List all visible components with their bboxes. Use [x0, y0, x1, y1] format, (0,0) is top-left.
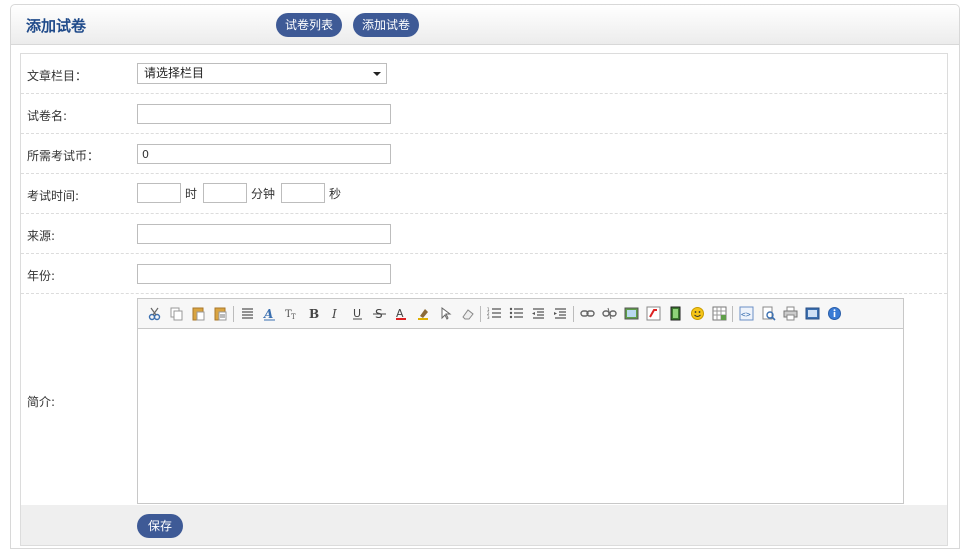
- editor-toolbar: A T T B I U S A 1 2 3 <>: [138, 299, 903, 329]
- source-input[interactable]: [137, 224, 391, 244]
- flash-icon[interactable]: [645, 305, 662, 322]
- svg-text:A: A: [263, 307, 273, 321]
- name-label: 试卷名:: [27, 109, 68, 123]
- underline-icon[interactable]: U: [349, 305, 366, 322]
- source-row: 来源:: [21, 214, 947, 254]
- copy-icon[interactable]: [168, 305, 185, 322]
- toolbar-separator: [573, 305, 574, 322]
- ordered-list-icon[interactable]: 123: [486, 305, 503, 322]
- hours-input[interactable]: [137, 183, 181, 203]
- font-name-icon[interactable]: A: [261, 305, 278, 322]
- svg-text:<>: <>: [741, 310, 751, 319]
- coins-row: 所需考试币：: [21, 134, 947, 174]
- svg-text:T: T: [291, 313, 296, 321]
- italic-icon[interactable]: I: [327, 305, 344, 322]
- exam-time-label: 考试时间:: [27, 189, 80, 203]
- form-footer: 保存: [21, 505, 947, 545]
- seconds-unit: 秒: [329, 186, 342, 201]
- year-row: 年份:: [21, 254, 947, 294]
- bold-icon[interactable]: B: [305, 305, 322, 322]
- fullscreen-icon[interactable]: [804, 305, 821, 322]
- page-title: 添加试卷: [26, 17, 87, 35]
- minutes-unit: 分钟: [251, 186, 276, 201]
- select-all-icon[interactable]: [437, 305, 454, 322]
- indent-icon[interactable]: [552, 305, 569, 322]
- text-color-icon[interactable]: A: [393, 305, 410, 322]
- name-row: 试卷名:: [21, 94, 947, 134]
- emoticon-icon[interactable]: [689, 305, 706, 322]
- about-icon[interactable]: [826, 305, 843, 322]
- svg-text:I: I: [331, 307, 337, 321]
- toolbar-separator: [732, 305, 733, 322]
- add-paper-button[interactable]: 添加试卷: [353, 13, 420, 37]
- paper-form: 文章栏目： 请选择栏目 试卷名: 所需考试币： 考试时间:: [20, 53, 948, 546]
- outdent-icon[interactable]: [530, 305, 547, 322]
- svg-text:U: U: [353, 307, 361, 320]
- media-icon[interactable]: [667, 305, 684, 322]
- image-icon[interactable]: [623, 305, 640, 322]
- unlink-icon[interactable]: [601, 305, 618, 322]
- highlight-icon[interactable]: [415, 305, 432, 322]
- toolbar-separator: [233, 305, 234, 322]
- font-size-icon[interactable]: TT: [283, 305, 300, 322]
- category-selected-value: 请选择栏目: [144, 66, 205, 80]
- table-icon[interactable]: [711, 305, 728, 322]
- seconds-input[interactable]: [281, 183, 326, 203]
- source-icon[interactable]: <>: [738, 305, 755, 322]
- category-row: 文章栏目： 请选择栏目: [21, 54, 947, 94]
- remove-format-icon[interactable]: [459, 305, 476, 322]
- exam-time-row: 考试时间: 时 分钟 秒: [21, 174, 947, 214]
- strikethrough-icon[interactable]: S: [371, 305, 388, 322]
- rich-text-editor: A T T B I U S A 1 2 3 <>: [137, 298, 904, 504]
- align-icon[interactable]: [239, 305, 256, 322]
- paste-icon[interactable]: [190, 305, 207, 322]
- paper-list-button[interactable]: 试卷列表: [276, 13, 343, 37]
- svg-text:B: B: [309, 307, 319, 321]
- editor-content-area[interactable]: [138, 329, 903, 503]
- category-select[interactable]: 请选择栏目: [137, 63, 387, 84]
- intro-label: 简介:: [27, 395, 56, 409]
- intro-row: 简介: A T T B I U S A 1 2 3 <>: [21, 294, 947, 505]
- panel-header: 添加试卷 试卷列表 添加试卷: [11, 5, 959, 45]
- save-button[interactable]: 保存: [137, 514, 184, 538]
- category-label: 文章栏目：: [27, 69, 88, 83]
- preview-icon[interactable]: [760, 305, 777, 322]
- coins-input[interactable]: [137, 144, 391, 164]
- toolbar-separator: [480, 305, 481, 322]
- cut-icon[interactable]: [146, 305, 163, 322]
- year-label: 年份:: [27, 269, 56, 283]
- unordered-list-icon[interactable]: [508, 305, 525, 322]
- link-icon[interactable]: [579, 305, 596, 322]
- chevron-down-icon: [373, 72, 381, 76]
- source-label: 来源:: [27, 229, 56, 243]
- form-panel: 添加试卷 试卷列表 添加试卷 文章栏目： 请选择栏目 试卷名: 所需考试币： 0…: [10, 4, 960, 549]
- hours-unit: 时: [185, 186, 198, 201]
- year-input[interactable]: [137, 264, 391, 284]
- print-icon[interactable]: [782, 305, 799, 322]
- coins-label: 所需考试币：: [27, 149, 100, 163]
- paper-name-input[interactable]: [137, 104, 391, 124]
- paste-text-icon[interactable]: [212, 305, 229, 322]
- minutes-input[interactable]: [203, 183, 248, 203]
- svg-text:3: 3: [487, 315, 490, 320]
